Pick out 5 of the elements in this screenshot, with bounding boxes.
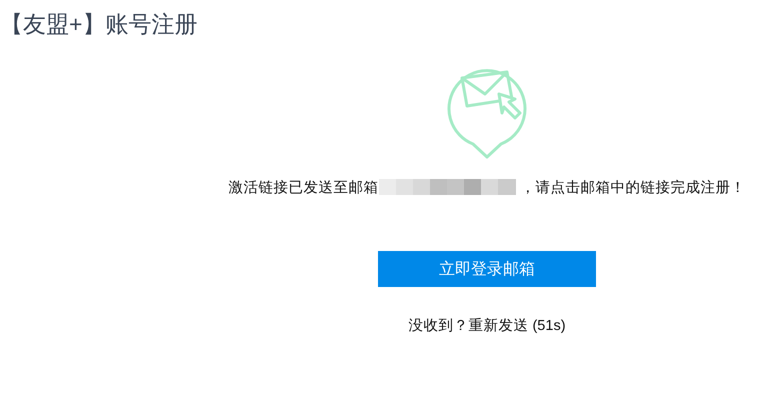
resend-countdown-text: 没收到？重新发送 (51s) [408,316,566,335]
message-text: ，请点击邮箱中的链接完成注册！ [520,178,746,196]
login-mailbox-button[interactable]: 立即登录邮箱 [378,251,596,287]
page-title: 【友盟+】账号注册 [0,10,198,39]
message-text: 激活链接已发送至邮箱 [228,178,378,196]
